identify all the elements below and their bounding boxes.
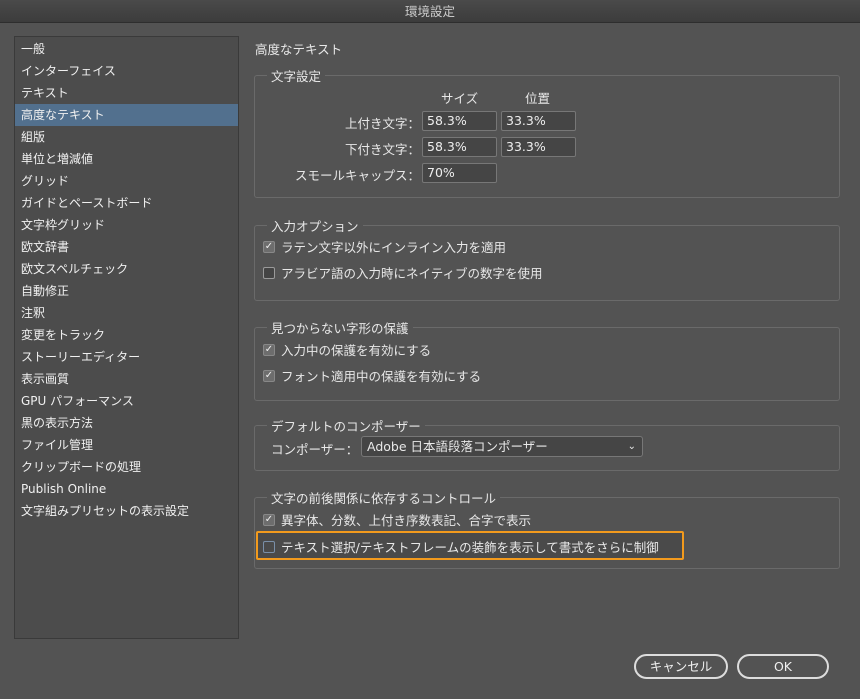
smallcaps-label: スモールキャップス： [294,168,420,183]
checkbox-label: 入力中の保護を有効にする [281,343,432,358]
checkbox-checked-icon: ✓ [263,240,275,253]
superscript-label: 上付き文字： [344,116,420,131]
composer-label: コンポーザー： [271,442,359,457]
sidebar-item[interactable]: ファイル管理 [15,434,238,456]
sidebar-item[interactable]: 自動修正 [15,280,238,302]
col-size-header: サイズ [441,91,479,106]
cancel-button[interactable]: キャンセル [634,654,728,679]
protect-font-checkbox[interactable]: ✓ フォント適用中の保護を有効にする [263,366,481,385]
native-digits-checkbox[interactable]: アラビア語の入力時にネイティブの数字を使用 [263,263,543,282]
group-title: デフォルトのコンポーザー [267,416,425,435]
sidebar-item[interactable]: グリッド [15,170,238,192]
checkbox-label: ラテン文字以外にインライン入力を適用 [281,240,507,255]
group-title: 文字の前後関係に依存するコントロール [267,488,501,507]
checkbox-unchecked-icon [263,540,275,553]
group-title: 見つからない字形の保護 [267,318,413,337]
sidebar-item[interactable]: GPU パフォーマンス [15,390,238,412]
sidebar-item[interactable]: 欧文辞書 [15,236,238,258]
sidebar-item[interactable]: 変更をトラック [15,324,238,346]
col-position-header: 位置 [525,91,551,106]
checkbox-checked-icon: ✓ [263,513,275,526]
sidebar-item[interactable]: Publish Online [15,478,238,500]
sidebar-item[interactable]: 文字組みプリセットの表示設定 [15,500,238,522]
subscript-size-input[interactable]: 58.3% [422,137,497,157]
sidebar-item[interactable]: 黒の表示方法 [15,412,238,434]
missing-glyph-group: 見つからない字形の保護 [254,318,840,401]
subscript-position-input[interactable]: 33.3% [501,137,576,157]
sidebar-item[interactable]: 単位と増減値 [15,148,238,170]
checkbox-label: 異字体、分数、上付き序数表記、合字で表示 [281,513,532,528]
ok-button[interactable]: OK [737,654,829,679]
panel-title: 高度なテキスト [255,42,343,57]
checkbox-label: フォント適用中の保護を有効にする [281,369,482,384]
protect-typing-checkbox[interactable]: ✓ 入力中の保護を有効にする [263,340,431,359]
sidebar-item[interactable]: ストーリーエディター [15,346,238,368]
superscript-size-input[interactable]: 58.3% [422,111,497,131]
sidebar-item[interactable]: 組版 [15,126,238,148]
text-selection-adornments-checkbox[interactable]: テキスト選択/テキストフレームの装飾を表示して書式をさらに制御 [263,537,659,556]
checkbox-label: テキスト選択/テキストフレームの装飾を表示して書式をさらに制御 [281,540,659,555]
inline-input-checkbox[interactable]: ✓ ラテン文字以外にインライン入力を適用 [263,237,506,256]
composer-select[interactable]: Adobe 日本語段落コンポーザー ⌄ [361,436,643,457]
checkbox-checked-icon: ✓ [263,369,275,382]
checkbox-label: アラビア語の入力時にネイティブの数字を使用 [281,266,543,281]
checkbox-unchecked-icon [263,266,275,279]
window-title: 環境設定 [0,0,860,23]
group-title: 入力オプション [267,216,363,235]
sidebar-item[interactable]: ガイドとペーストボード [15,192,238,214]
sidebar-item[interactable]: 高度なテキスト [15,104,238,126]
sidebar-item[interactable]: 注釈 [15,302,238,324]
sidebar-item[interactable]: 表示画質 [15,368,238,390]
sidebar-item[interactable]: テキスト [15,82,238,104]
alternates-checkbox[interactable]: ✓ 異字体、分数、上付き序数表記、合字で表示 [263,510,531,529]
sidebar-item[interactable]: インターフェイス [15,60,238,82]
category-list[interactable]: 一般 インターフェイス テキスト 高度なテキスト 組版 単位と増減値 グリッド ガイドとペース… [14,36,239,639]
composer-value: Adobe 日本語段落コンポーザー [367,439,548,454]
smallcaps-size-input[interactable]: 70% [422,163,497,183]
sidebar-item[interactable]: クリップボードの処理 [15,456,238,478]
sidebar-item[interactable]: 一般 [15,38,238,60]
superscript-position-input[interactable]: 33.3% [501,111,576,131]
subscript-label: 下付き文字： [344,142,420,157]
group-title: 文字設定 [267,66,326,85]
sidebar-item[interactable]: 欧文スペルチェック [15,258,238,280]
sidebar-item[interactable]: 文字枠グリッド [15,214,238,236]
chevron-down-icon: ⌄ [627,441,636,452]
checkbox-checked-icon: ✓ [263,343,275,356]
